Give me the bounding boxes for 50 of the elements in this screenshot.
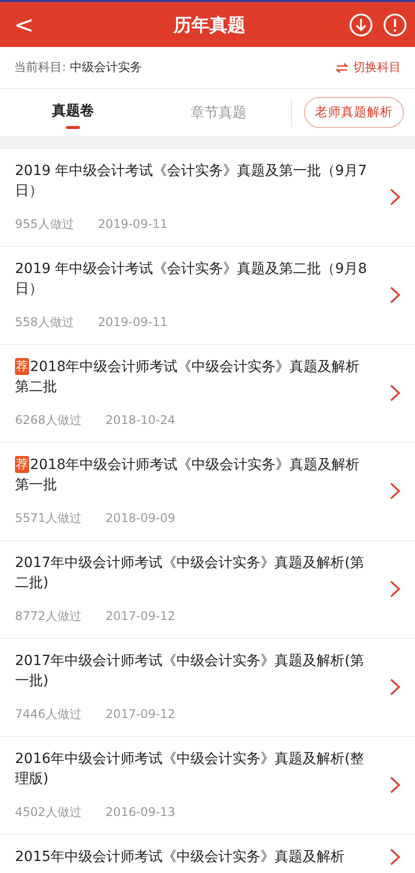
- back-button[interactable]: <: [10, 10, 50, 38]
- download-button[interactable]: [349, 12, 373, 36]
- subject-label: 当前科目:: [14, 59, 66, 76]
- chevron-right-icon: [389, 188, 401, 206]
- tab[interactable]: 真题卷: [0, 89, 146, 136]
- chevron-right-icon: [389, 848, 401, 866]
- paper-title: 2017年中级会计师考试《中级会计实务》真题及解析(第一批): [15, 652, 366, 691]
- paper-title: 2016年中级会计师考试《中级会计实务》真题及解析(整理版): [15, 750, 366, 789]
- paper-title: 荐 2018年中级会计师考试《中级会计实务》真题及解析第一批: [15, 455, 361, 495]
- attempt-count: 8772人做过: [15, 608, 82, 624]
- chevron-right-icon: [389, 482, 401, 500]
- swap-icon: [336, 62, 348, 72]
- paper-row[interactable]: 2019 年中级会计考试《会计实务》真题及第一批（9月7日） 955人做过 2019-09-11: [0, 149, 415, 247]
- attempt-count: 7446人做过: [15, 706, 82, 722]
- paper-row[interactable]: 2015年中级会计师考试《中级会计实务》真题及解析: [0, 835, 415, 873]
- paper-date: 2019-09-11: [98, 314, 168, 330]
- paper-date: 2017-09-12: [106, 706, 176, 722]
- exclamation-icon: [383, 12, 407, 36]
- attempt-count: 6268人做过: [15, 412, 82, 428]
- paper-date: 2018-09-09: [106, 510, 176, 526]
- paper-row[interactable]: 2016年中级会计师考试《中级会计实务》真题及解析(整理版) 4502人做过 2016-09-13: [0, 737, 415, 835]
- switch-subject-button[interactable]: 切换科目: [336, 59, 401, 76]
- download-icon: [349, 12, 373, 36]
- paper-date: 2018-10-24: [106, 412, 176, 428]
- paper-title: 2015年中级会计师考试《中级会计实务》真题及解析: [15, 848, 346, 867]
- chevron-right-icon: [389, 776, 401, 794]
- teacher-analysis-button[interactable]: 老师真题解析: [304, 97, 404, 128]
- page-title: 历年真题: [172, 14, 246, 36]
- attempt-count: 558人做过: [15, 314, 74, 330]
- paper-date: 2017-09-12: [106, 608, 176, 624]
- paper-title: 荐 2018年中级会计师考试《中级会计实务》真题及解析第二批: [15, 357, 361, 397]
- info-button[interactable]: [383, 12, 407, 36]
- subject-name: 中级会计实务: [70, 59, 144, 76]
- chevron-right-icon: [389, 286, 401, 304]
- paper-row[interactable]: 2017年中级会计师考试《中级会计实务》真题及解析(第二批) 8772人做过 2017-09-12: [0, 541, 415, 639]
- chevron-right-icon: [389, 580, 401, 598]
- attempt-count: 5571人做过: [15, 510, 82, 526]
- paper-date: 2019-09-11: [98, 216, 168, 232]
- paper-title: 2019 年中级会计考试《会计实务》真题及第二批（9月8日）: [15, 260, 368, 299]
- paper-row[interactable]: 2019 年中级会计考试《会计实务》真题及第二批（9月8日） 558人做过 2019-09-11: [0, 247, 415, 345]
- paper-date: 2016-09-13: [106, 804, 176, 820]
- attempt-count: 955人做过: [15, 216, 74, 232]
- paper-title: 2019 年中级会计考试《会计实务》真题及第一批（9月7日）: [15, 162, 368, 201]
- attempt-count: 4502人做过: [15, 804, 82, 820]
- chevron-right-icon: [389, 384, 401, 402]
- chevron-right-icon: [389, 678, 401, 696]
- paper-row[interactable]: 荐 2018年中级会计师考试《中级会计实务》真题及解析第二批 6268人做过 2018-10-24: [0, 345, 415, 443]
- paper-row[interactable]: 2017年中级会计师考试《中级会计实务》真题及解析(第一批) 7446人做过 2017-09-12: [0, 639, 415, 737]
- paper-title: 2017年中级会计师考试《中级会计实务》真题及解析(第二批): [15, 554, 366, 593]
- paper-row[interactable]: 荐 2018年中级会计师考试《中级会计实务》真题及解析第一批 5571人做过 2018-09-09: [0, 443, 415, 541]
